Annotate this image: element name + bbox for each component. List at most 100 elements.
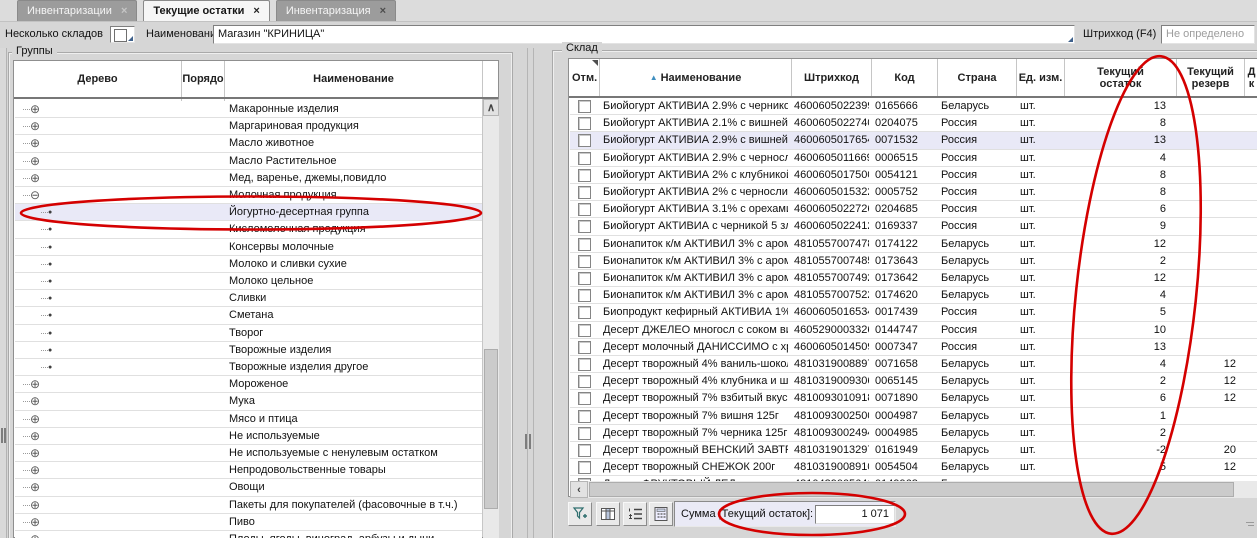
stock-row[interactable]: Биойогурт АКТИВИА 2.1% с вишней и4600605… xyxy=(570,115,1257,132)
tree-row[interactable]: ⊕Макаронные изделия xyxy=(15,101,482,118)
sum-value[interactable]: 1 071 xyxy=(815,505,895,524)
expand-icon[interactable]: ⊕ xyxy=(30,531,40,538)
tree-row[interactable]: ⊕Мед, варенье, джемы,повидло xyxy=(15,170,482,187)
tree-row[interactable]: ⊕Пиво xyxy=(15,514,482,531)
left-edge-splitter[interactable] xyxy=(0,48,7,538)
tree-row[interactable]: ⊕Непродовольственные товары xyxy=(15,462,482,479)
groups-col-tree[interactable]: Дерево xyxy=(14,61,181,97)
row-checkbox[interactable] xyxy=(578,444,591,457)
tree-row[interactable]: ●Консервы молочные xyxy=(15,239,482,256)
stock-row[interactable]: Десерт творожный 7% вишня 125г4810093002… xyxy=(570,408,1257,425)
tree-row[interactable]: ⊕Маргариновая продукция xyxy=(15,118,482,135)
row-checkbox[interactable] xyxy=(578,238,591,251)
stock-col-partial[interactable]: Д к xyxy=(1245,59,1257,96)
stock-col-unit[interactable]: Ед. изм. xyxy=(1017,59,1064,96)
row-checkbox[interactable] xyxy=(578,255,591,268)
row-checkbox[interactable] xyxy=(578,117,591,130)
scrollbar-thumb[interactable] xyxy=(589,482,1234,497)
expand-icon[interactable]: ⊕ xyxy=(30,376,40,393)
tree-row[interactable]: ⊕Масло животное xyxy=(15,135,482,152)
stock-row[interactable]: Десерт творожный ВЕНСКИЙ ЗАВТРА481031901… xyxy=(570,442,1257,459)
row-checkbox[interactable] xyxy=(578,169,591,182)
tree-row[interactable]: ●Сливки xyxy=(15,290,482,307)
tree-row[interactable]: ⊕Мука xyxy=(15,393,482,410)
stock-col-stock[interactable]: Текущий остаток xyxy=(1065,59,1176,96)
resize-grip[interactable] xyxy=(1246,522,1254,523)
row-checkbox[interactable] xyxy=(578,100,591,113)
stock-row[interactable]: Бионапиток к/м АКТИВИЛ 3% с арома4810557… xyxy=(570,287,1257,304)
tree-row[interactable]: ⊕Не используемые xyxy=(15,428,482,445)
stock-col-name[interactable]: ▲ Наименование xyxy=(600,59,791,96)
stock-row[interactable]: Десерт творожный 4% клубника и шо4810319… xyxy=(570,373,1257,390)
stock-row[interactable]: Биойогурт АКТИВИА 2.9% с черникой4600605… xyxy=(570,98,1257,115)
stock-row[interactable]: Десерт творожный 7% взбитый вкус п481009… xyxy=(570,390,1257,407)
row-checkbox[interactable] xyxy=(578,341,591,354)
stock-col-reserve[interactable]: Текущий резерв xyxy=(1177,59,1244,96)
stock-row[interactable]: Биойогурт АКТИВИА с черникой 5 зла460060… xyxy=(570,218,1257,235)
tree-row[interactable]: ●Кисломолочная продукция xyxy=(15,221,482,238)
expand-icon[interactable]: ⊕ xyxy=(30,497,40,514)
row-checkbox[interactable] xyxy=(578,375,591,388)
stock-row[interactable]: Десерт молочный ДАНИССИМО с хру460060501… xyxy=(570,339,1257,356)
filter-button[interactable] xyxy=(568,502,592,526)
stock-row[interactable]: Биойогурт АКТИВИА 2.9% с вишней п4600605… xyxy=(570,132,1257,149)
multi-warehouse-checkbox[interactable] xyxy=(110,26,135,43)
groups-col-name[interactable]: Наименование xyxy=(225,61,482,97)
tree-row[interactable]: ⊕Пакеты для покупателей (фасовочные в т.… xyxy=(15,497,482,514)
stock-row[interactable]: Десерт ДЖЕЛЕО многосл с соком виш4605290… xyxy=(570,322,1257,339)
expand-icon[interactable]: ⊕ xyxy=(30,445,40,462)
row-checkbox[interactable] xyxy=(578,324,591,337)
stock-col-barcode[interactable]: Штрихкод xyxy=(792,59,871,96)
tree-row[interactable]: ●Сметана xyxy=(15,307,482,324)
close-icon[interactable]: × xyxy=(380,5,386,17)
row-checkbox[interactable] xyxy=(578,220,591,233)
stock-row[interactable]: Бионапиток к/м АКТИВИЛ 3% с арома4810557… xyxy=(570,236,1257,253)
stock-row[interactable]: Бионапиток к/м АКТИВИЛ 3% с арома4810557… xyxy=(570,253,1257,270)
stock-row[interactable]: Десерт творожный 4% ваниль-шокола4810319… xyxy=(570,356,1257,373)
tree-row[interactable]: ●Творожные изделия xyxy=(15,342,482,359)
panel-splitter[interactable] xyxy=(533,48,534,538)
tree-row[interactable]: ●Молоко цельное xyxy=(15,273,482,290)
stock-row[interactable]: Бионапиток к/м АКТИВИЛ 3% с арома4810557… xyxy=(570,270,1257,287)
stock-row[interactable]: Биопродукт кефирный АКТИВИА 1% с46006050… xyxy=(570,304,1257,321)
name-input[interactable]: Магазин "КРИНИЦА" xyxy=(213,25,1075,44)
row-checkbox[interactable] xyxy=(578,392,591,405)
tree-row[interactable]: ⊕Масло Растительное xyxy=(15,153,482,170)
tree-row[interactable]: ⊕Овощи xyxy=(15,479,482,496)
row-checkbox[interactable] xyxy=(578,358,591,371)
numbered-list-button[interactable] xyxy=(623,502,647,526)
scroll-left-icon[interactable]: ‹ xyxy=(570,481,588,498)
stock-col-code[interactable]: Код xyxy=(872,59,937,96)
calculator-button[interactable] xyxy=(649,502,673,526)
groups-col-order[interactable]: Порядо xyxy=(182,61,224,97)
splitter-grip[interactable] xyxy=(525,434,527,449)
tab-inventarizacii[interactable]: Инвентаризации × xyxy=(17,0,137,21)
tree-row[interactable]: ●Йогуртно-десертная группа xyxy=(15,204,482,221)
stock-row[interactable]: Биойогурт АКТИВИА 3.1% с орехами46006050… xyxy=(570,201,1257,218)
row-checkbox[interactable] xyxy=(578,186,591,199)
tree-row[interactable]: ⊖Молочная продукция xyxy=(15,187,482,204)
expand-icon[interactable]: ⊕ xyxy=(30,101,40,118)
tree-row[interactable]: ⊕Мороженое xyxy=(15,376,482,393)
groups-vscrollbar[interactable]: ∧ xyxy=(483,99,499,538)
stock-row[interactable]: Биойогурт АКТИВИА 2.9% с черносли4600605… xyxy=(570,150,1257,167)
collapse-icon[interactable]: ⊖ xyxy=(30,187,40,204)
stock-hscrollbar[interactable]: ‹ xyxy=(570,481,1257,498)
expand-icon[interactable]: ⊕ xyxy=(30,411,40,428)
stock-col-country[interactable]: Страна xyxy=(938,59,1016,96)
expand-icon[interactable]: ⊕ xyxy=(30,153,40,170)
tree-row[interactable]: ⊕Не используемые с ненулевым остатком xyxy=(15,445,482,462)
close-icon[interactable]: × xyxy=(253,5,259,17)
tab-tekushchie-ostatki[interactable]: Текущие остатки × xyxy=(143,0,269,21)
stock-row[interactable]: Десерт творожный СНЕЖОК 200г481031900891… xyxy=(570,459,1257,476)
row-checkbox[interactable] xyxy=(578,134,591,147)
row-checkbox[interactable] xyxy=(578,410,591,423)
row-checkbox[interactable] xyxy=(578,461,591,474)
row-checkbox[interactable] xyxy=(578,272,591,285)
panel-splitter[interactable] xyxy=(527,48,528,538)
row-checkbox[interactable] xyxy=(578,203,591,216)
scroll-up-icon[interactable]: ∧ xyxy=(483,99,499,116)
expand-icon[interactable]: ⊕ xyxy=(30,462,40,479)
expand-icon[interactable]: ⊕ xyxy=(30,170,40,187)
row-checkbox[interactable] xyxy=(578,289,591,302)
